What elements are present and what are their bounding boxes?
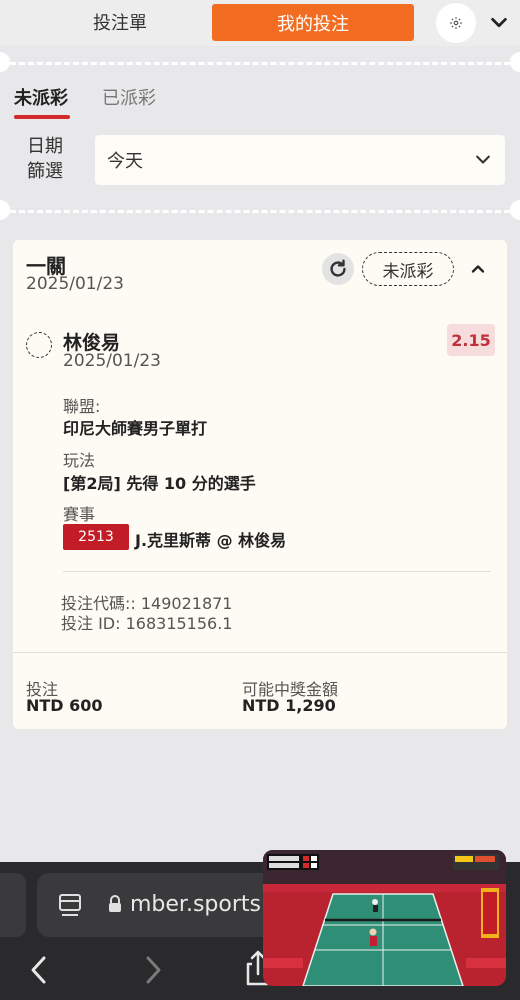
event-name: J.克里斯蒂 @ 林俊易 <box>135 531 287 550</box>
settings-button[interactable] <box>436 3 476 43</box>
divider <box>13 652 507 653</box>
chevron-up-icon[interactable] <box>468 259 488 279</box>
notch-right <box>510 200 520 220</box>
tab-betslip[interactable]: 投注單 <box>60 4 180 40</box>
notch-left <box>0 200 10 220</box>
stake-value: NTD 600 <box>26 696 103 715</box>
potential-win-value: NTD 1,290 <box>242 696 336 715</box>
bet-id: 投注 ID: 168315156.1 <box>61 614 233 633</box>
dashed-divider <box>10 62 510 65</box>
league-value: 印尼大師賽男子單打 <box>63 419 208 438</box>
refresh-button[interactable] <box>322 253 354 285</box>
chevron-down-icon <box>476 155 490 164</box>
tabs-icon[interactable] <box>58 892 84 920</box>
selection-date: 2025/01/23 <box>63 351 161 371</box>
market-value: [第2局] 先得 10 分的選手 <box>63 474 256 493</box>
bet-card: 一關 2025/01/23 未派彩 林俊易 2025/01/23 2.15 聯盟… <box>13 240 507 729</box>
date-filter-label: 日期 篩選 <box>22 134 68 184</box>
forward-icon[interactable] <box>142 954 164 986</box>
active-tab-indicator <box>14 115 70 119</box>
date-filter-select[interactable]: 今天 <box>95 135 505 185</box>
back-icon[interactable] <box>28 954 50 986</box>
status-badge: 未派彩 <box>362 252 454 286</box>
date-filter-value: 今天 <box>107 151 143 172</box>
video-frame <box>263 850 506 986</box>
previous-tab-stub[interactable] <box>0 873 26 937</box>
picture-in-picture-video[interactable] <box>263 850 506 986</box>
url-text: mber.sports <box>130 892 261 917</box>
notch-right <box>510 52 520 72</box>
date-filter-label-line1: 日期 <box>27 136 63 157</box>
chevron-down-icon[interactable] <box>488 12 510 34</box>
tab-my-bets[interactable]: 我的投注 <box>212 4 414 41</box>
refresh-icon <box>330 259 346 277</box>
lock-icon <box>109 895 121 912</box>
tab-settled[interactable]: 已派彩 <box>102 84 156 116</box>
dashed-divider <box>10 210 510 213</box>
bet-date: 2025/01/23 <box>26 274 124 294</box>
pending-circle-icon <box>26 332 52 358</box>
tab-unsettled[interactable]: 未派彩 <box>14 84 68 116</box>
notch-left <box>0 52 10 72</box>
date-filter-label-line2: 篩選 <box>27 161 63 182</box>
gear-icon <box>450 17 462 29</box>
market-label: 玩法 <box>63 451 96 470</box>
odds-badge: 2.15 <box>447 324 495 356</box>
divider <box>63 571 491 572</box>
league-label: 聯盟: <box>63 397 101 416</box>
event-label: 賽事 <box>63 505 96 524</box>
event-id-badge: 2513 <box>63 524 129 550</box>
